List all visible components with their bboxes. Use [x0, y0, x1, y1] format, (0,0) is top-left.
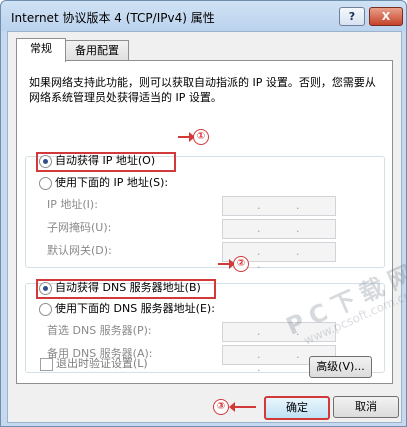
- ip-address-input[interactable]: . . .: [222, 196, 336, 225]
- advanced-button[interactable]: 高级(V)...: [309, 356, 372, 378]
- close-button[interactable]: X: [369, 7, 403, 26]
- tab-general[interactable]: 常规: [16, 38, 66, 62]
- auto-ip-label: 自动获得 IP 地址(O): [55, 154, 156, 167]
- ip-address-label: IP 地址(I):: [47, 198, 98, 211]
- preferred-dns-input[interactable]: . . .: [222, 322, 336, 351]
- validate-on-exit-label: 退出时验证设置(L): [56, 357, 148, 370]
- validate-on-exit-checkbox[interactable]: [40, 358, 53, 371]
- ok-button[interactable]: 确定: [264, 396, 330, 420]
- manual-dns-label: 使用下面的 DNS 服务器地址(E):: [55, 302, 215, 315]
- cancel-button[interactable]: 取消: [333, 396, 399, 418]
- manual-dns-radio[interactable]: [39, 303, 52, 316]
- auto-dns-radio[interactable]: [39, 282, 52, 295]
- manual-ip-label: 使用下面的 IP 地址(S):: [55, 176, 169, 189]
- dialog-title: Internet 协议版本 4 (TCP/IPv4) 属性: [11, 11, 215, 25]
- help-button[interactable]: ?: [339, 7, 365, 26]
- default-gateway-dots: . . .: [257, 245, 316, 271]
- subnet-mask-label: 子网掩码(U):: [47, 221, 112, 234]
- annotation-arrow-2: [218, 259, 235, 269]
- auto-dns-label: 自动获得 DNS 服务器地址(B): [55, 281, 201, 294]
- preferred-dns-label: 首选 DNS 服务器(P):: [47, 324, 152, 337]
- annotation-badge-2: ②: [233, 256, 249, 272]
- default-gateway-label: 默认网关(D):: [47, 244, 112, 257]
- general-panel: 如果网络支持此功能，则可以获取自动指派的 IP 设置。否则，您需要从网络系统管理…: [16, 60, 393, 384]
- tab-alternate-config[interactable]: 备用配置: [65, 40, 129, 61]
- description-text: 如果网络支持此功能，则可以获取自动指派的 IP 设置。否则，您需要从网络系统管理…: [29, 76, 376, 104]
- annotation-badge-1: ①: [193, 129, 209, 145]
- manual-ip-radio[interactable]: [39, 177, 52, 190]
- tcpip-properties-dialog: Internet 协议版本 4 (TCP/IPv4) 属性 ? X 常规 备用配…: [0, 0, 407, 427]
- annotation-arrow-1: [178, 132, 195, 142]
- auto-ip-radio[interactable]: [39, 155, 52, 168]
- title-bar: Internet 协议版本 4 (TCP/IPv4) 属性 ? X: [1, 1, 406, 31]
- annotation-badge-3: ③: [213, 399, 229, 415]
- subnet-mask-input[interactable]: . . .: [222, 219, 336, 248]
- annotation-arrow-3: [229, 402, 256, 412]
- dialog-client: 常规 备用配置 如果网络支持此功能，则可以获取自动指派的 IP 设置。否则，您需…: [7, 31, 402, 423]
